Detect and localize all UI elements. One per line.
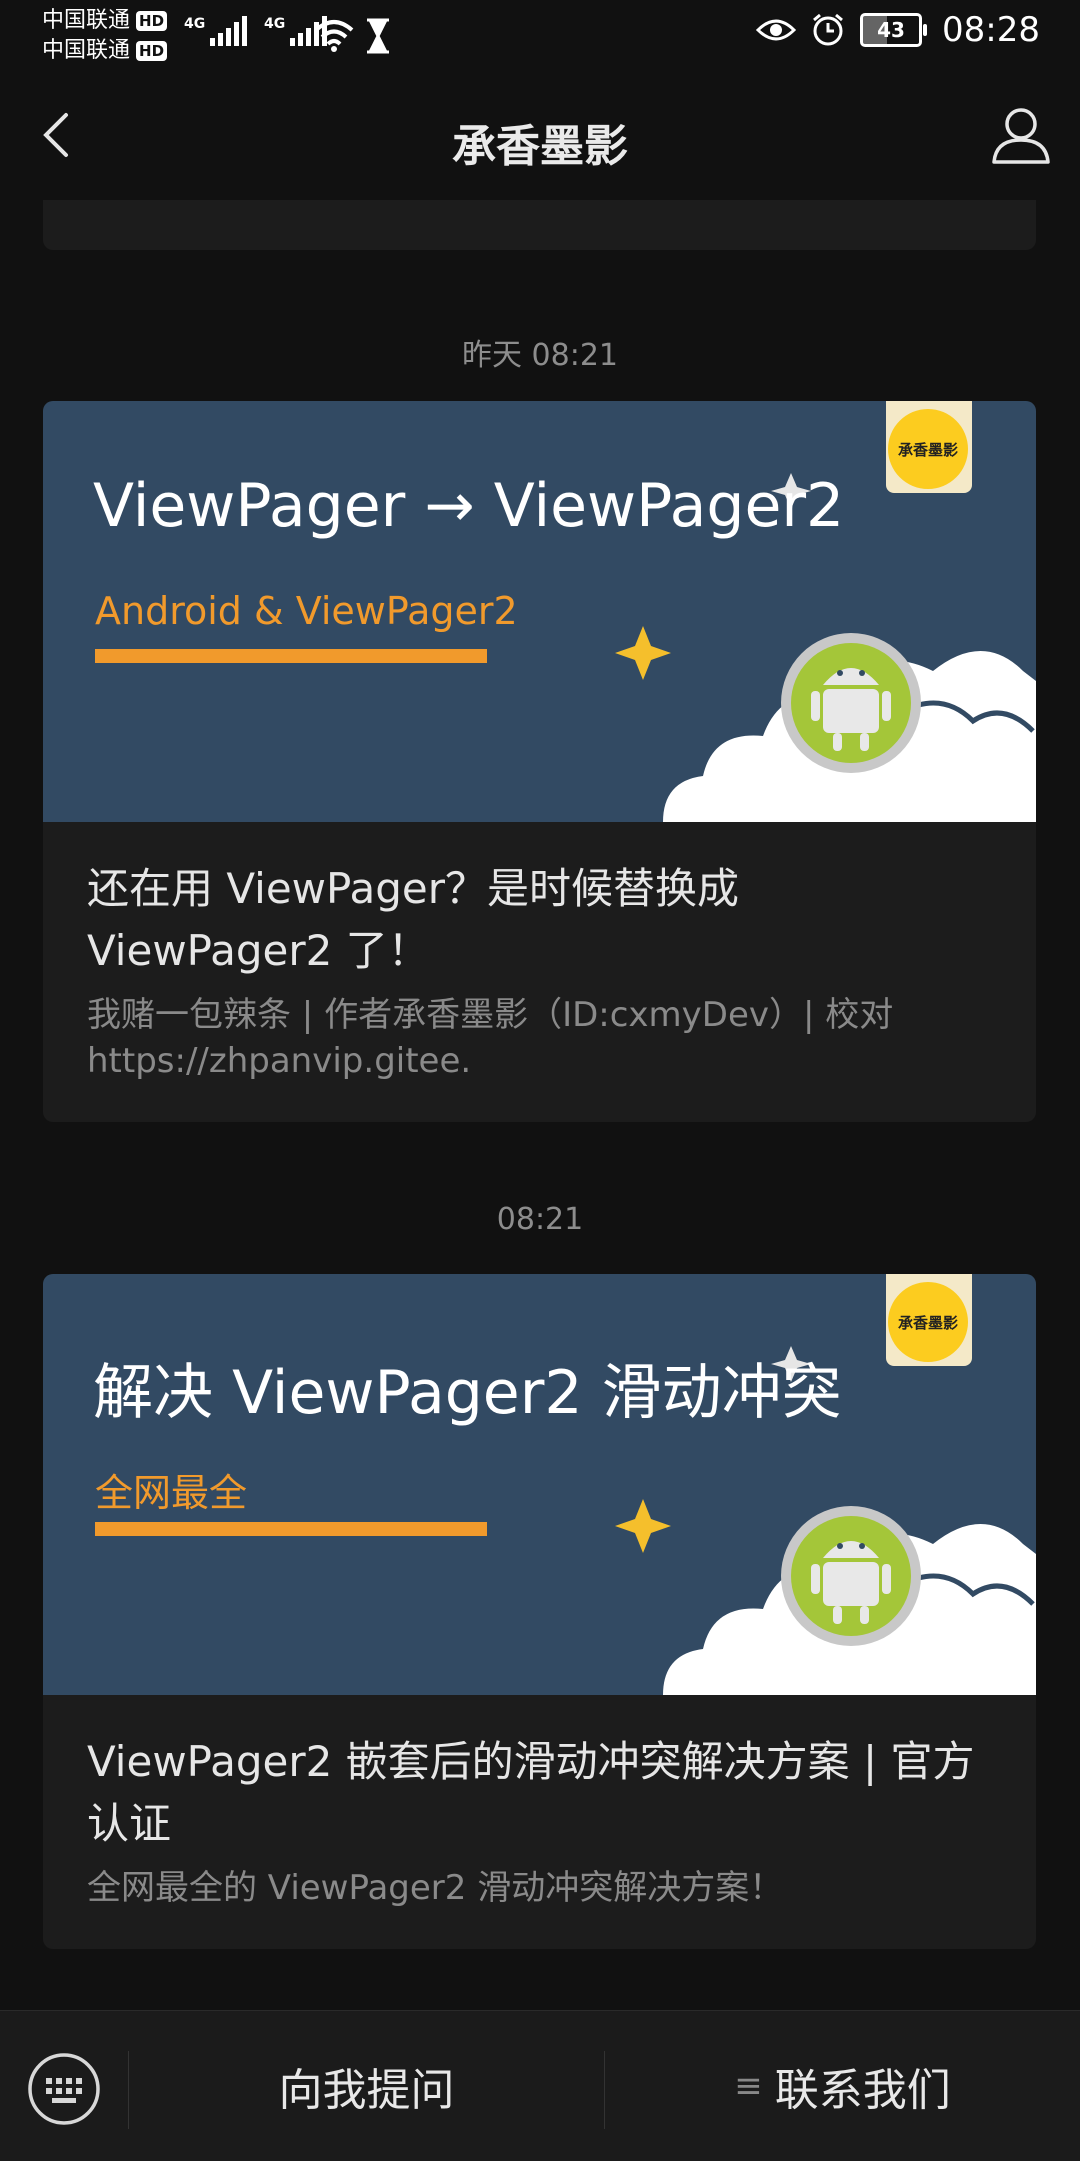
keyboard-icon (28, 2053, 100, 2125)
status-right-group: 43 08:28 (756, 10, 1040, 50)
status-bar: 中国联通 HD 中国联通 HD 4G 4G 43 08:28 (0, 0, 1080, 70)
contact-us-menu-item[interactable]: ≡ 联系我们 (605, 2011, 1080, 2161)
article-card[interactable]: 解决 ViewPager2 滑动冲突 全网最全 承香墨影 ViewPager2 … (43, 1274, 1036, 1949)
menu-lines-icon: ≡ (734, 2066, 763, 2106)
article-body: ViewPager2 嵌套后的滑动冲突解决方案 | 官方认证 全网最全的 Vie… (43, 1695, 1036, 1949)
previous-message-card[interactable] (43, 200, 1036, 250)
carrier-label: 中国联通 (42, 38, 131, 63)
battery-icon: 43 (860, 13, 928, 47)
cover-subtitle: Android & ViewPager2 (95, 589, 518, 633)
wifi-icon (314, 20, 354, 52)
cover-title: 解决 ViewPager2 滑动冲突 (93, 1358, 842, 1428)
article-description: 我赌一包辣条 | 作者承香墨影（ID:cxmyDev）| 校对 https://… (87, 995, 894, 1081)
article-title: ViewPager2 嵌套后的滑动冲突解决方案 | 官方认证 (87, 1737, 975, 1848)
cover-title: ViewPager → ViewPager2 (93, 471, 845, 541)
message-timestamp: 08:21 (496, 1202, 584, 1237)
channel-logo: 承香墨影 (888, 409, 968, 489)
article-cover: ViewPager → ViewPager2 Android & ViewPag… (43, 401, 1036, 822)
article-body: 还在用 ViewPager？是时候替换成 ViewPager2 了！ 我赌一包辣… (43, 822, 1036, 1122)
signal-icon: 4G (184, 16, 248, 46)
article-title: 还在用 ViewPager？是时候替换成 ViewPager2 了！ (87, 864, 739, 975)
navigation-bar: 承香墨影 (0, 70, 1080, 200)
ask-me-menu-item[interactable]: 向我提问 (129, 2011, 604, 2161)
channel-logo: 承香墨影 (888, 1282, 968, 1362)
cover-underline (95, 1522, 487, 1536)
article-cover: 解决 ViewPager2 滑动冲突 全网最全 承香墨影 (43, 1274, 1036, 1695)
bottom-menu-bar: 向我提问 ≡ 联系我们 (0, 2010, 1080, 2161)
hd-badge: HD (136, 11, 168, 31)
carrier-info: 中国联通 HD 中国联通 HD (42, 6, 168, 66)
hourglass-icon (367, 18, 389, 54)
keyboard-toggle-button[interactable] (26, 2051, 102, 2127)
clock-time: 08:28 (942, 10, 1040, 50)
article-card[interactable]: ViewPager → ViewPager2 Android & ViewPag… (43, 401, 1036, 1122)
profile-button[interactable] (986, 100, 1056, 170)
cover-subtitle: 全网最全 (95, 1471, 248, 1515)
message-timestamp: 昨天 08:21 (462, 338, 618, 373)
carrier-label: 中国联通 (42, 8, 131, 33)
hd-badge: HD (136, 41, 168, 61)
page-title: 承香墨影 (452, 121, 628, 172)
alarm-icon (813, 13, 843, 46)
person-icon (992, 108, 1050, 164)
cover-underline (95, 649, 487, 663)
article-description: 全网最全的 ViewPager2 滑动冲突解决方案！ (87, 1868, 784, 1908)
eye-icon (756, 19, 797, 41)
